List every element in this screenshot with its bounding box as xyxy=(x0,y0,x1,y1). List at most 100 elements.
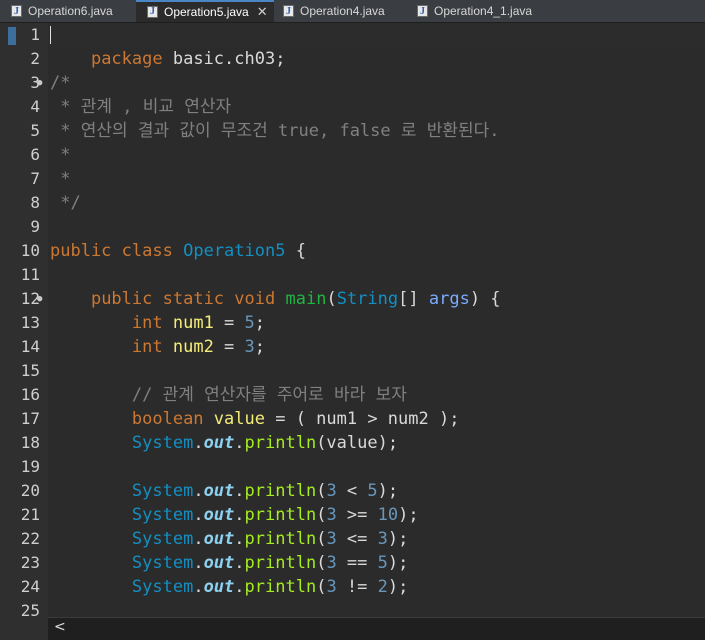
keyword: package xyxy=(90,49,163,69)
variable: num1 xyxy=(172,313,214,333)
tab-label: Operation4_1.java xyxy=(434,4,533,18)
code-line: int num2 = 3; xyxy=(50,335,265,359)
number: 3 xyxy=(377,529,388,549)
static-field: out xyxy=(203,433,235,453)
line-number: 7 xyxy=(30,169,40,188)
horizontal-scrollbar[interactable]: < xyxy=(48,617,705,640)
paren: ( xyxy=(316,529,327,549)
static-field: out xyxy=(203,481,235,501)
keyword: public xyxy=(50,241,112,261)
code-line: public class Operation5 { xyxy=(50,239,306,263)
code-line: System.out.println(value); xyxy=(50,431,398,455)
type-keyword: boolean xyxy=(131,409,204,429)
paren: ( xyxy=(326,289,337,309)
line-number: 19 xyxy=(20,457,40,476)
array-brackets: [] xyxy=(398,289,419,309)
comment: */ xyxy=(50,193,81,213)
line-number: 10 xyxy=(20,241,40,260)
variable: num2 xyxy=(172,337,214,357)
tab-operation6[interactable]: Operation6.java xyxy=(0,0,130,23)
class-ref: System xyxy=(131,433,194,453)
line-number: 6 xyxy=(30,145,40,164)
tab-label: Operation4.java xyxy=(300,4,385,18)
code-line: System.out.println(3 != 2); xyxy=(131,577,409,597)
type-keyword: int xyxy=(131,313,163,333)
tab-label: Operation5.java xyxy=(164,5,249,19)
type-keyword: int xyxy=(131,337,163,357)
paren: ( xyxy=(316,577,327,597)
code-line: /* xyxy=(50,71,70,95)
class-ref: System xyxy=(131,505,194,525)
number: 3 xyxy=(326,505,337,525)
code-line: package basic.ch03; xyxy=(48,23,705,69)
line-number: 3 xyxy=(30,73,40,92)
number: 10 xyxy=(377,505,399,525)
semicolon: ); xyxy=(377,481,399,501)
arguments: (value); xyxy=(316,433,399,453)
comment: /* xyxy=(50,73,71,93)
line-number: 16 xyxy=(20,385,40,404)
number: 3 xyxy=(326,553,337,573)
method-call: println xyxy=(244,481,317,501)
number: 3 xyxy=(326,481,337,501)
close-icon[interactable]: ✕ xyxy=(257,4,268,19)
fold-toggle-icon[interactable]: ● xyxy=(37,287,45,311)
code-line: * 관계 , 비교 연산자 xyxy=(50,95,231,119)
number: 3 xyxy=(326,529,337,549)
code-line: int num1 = 5; xyxy=(50,311,265,335)
number: 3 xyxy=(326,577,337,597)
method-call: println xyxy=(244,433,317,453)
tab-operation5[interactable]: Operation5.java ✕ xyxy=(136,0,274,22)
operator: < xyxy=(336,481,368,501)
code-editor[interactable]: package basic.ch03; /* * 관계 , 비교 연산자 * 연… xyxy=(48,23,705,617)
line-number: 8 xyxy=(30,193,40,212)
comment: * 연산의 결과 값이 무조건 true, false 로 반환된다. xyxy=(50,121,500,141)
comment: * xyxy=(50,169,71,189)
number: 5 xyxy=(377,553,388,573)
tab-operation4-1[interactable]: Operation4_1.java xyxy=(406,0,556,23)
operator: != xyxy=(336,577,378,597)
operator: <= xyxy=(336,529,378,549)
number: 5 xyxy=(367,481,378,501)
expression: = ( num1 > num2 ); xyxy=(264,409,460,429)
code-line: System.out.println(3 <= 3); xyxy=(131,529,409,549)
method-call: println xyxy=(244,505,317,525)
gutter-footer xyxy=(0,617,48,639)
comment: * xyxy=(50,145,71,165)
dot: . xyxy=(193,433,204,453)
code-line: System.out.println(3 == 5); xyxy=(131,553,409,573)
code-line: System.out.println(3 >= 10); xyxy=(131,505,419,525)
class-ref: System xyxy=(131,577,194,597)
line-number: 20 xyxy=(20,481,40,500)
semicolon: ; xyxy=(254,337,266,357)
code-line: public static void main(String[] args) { xyxy=(50,287,501,311)
class-ref: System xyxy=(131,481,194,501)
class-name: Operation5 xyxy=(183,241,286,261)
line-number: 21 xyxy=(20,505,40,524)
number: 5 xyxy=(244,313,255,333)
method-call: println xyxy=(244,577,317,597)
java-file-icon xyxy=(417,1,428,23)
tab-operation4[interactable]: Operation4.java xyxy=(272,0,402,23)
java-file-icon xyxy=(11,1,22,23)
line-number: 5 xyxy=(30,121,40,140)
line-number-gutter[interactable]: 1 2 3 4 5 6 7 8 9 10 11 12 13 14 15 16 1… xyxy=(0,23,48,623)
line-number: 22 xyxy=(20,529,40,548)
param-type: String xyxy=(336,289,399,309)
static-field: out xyxy=(203,505,235,525)
comment: * 관계 , 비교 연산자 xyxy=(50,97,232,117)
method-name: main xyxy=(285,289,327,309)
fold-toggle-icon[interactable]: ● xyxy=(37,71,45,95)
java-file-icon xyxy=(147,2,158,21)
operator: = xyxy=(213,337,245,357)
line-number: 9 xyxy=(30,217,40,236)
line-number: 1 xyxy=(30,25,40,44)
scroll-left-icon[interactable]: < xyxy=(54,619,66,635)
param-name: args xyxy=(428,289,470,309)
tab-label: Operation6.java xyxy=(28,4,113,18)
line-number: 18 xyxy=(20,433,40,452)
code-line: boolean value = ( num1 > num2 ); xyxy=(50,407,460,431)
paren: ( xyxy=(316,553,327,573)
method-call: println xyxy=(244,529,317,549)
semicolon: ); xyxy=(387,529,409,549)
